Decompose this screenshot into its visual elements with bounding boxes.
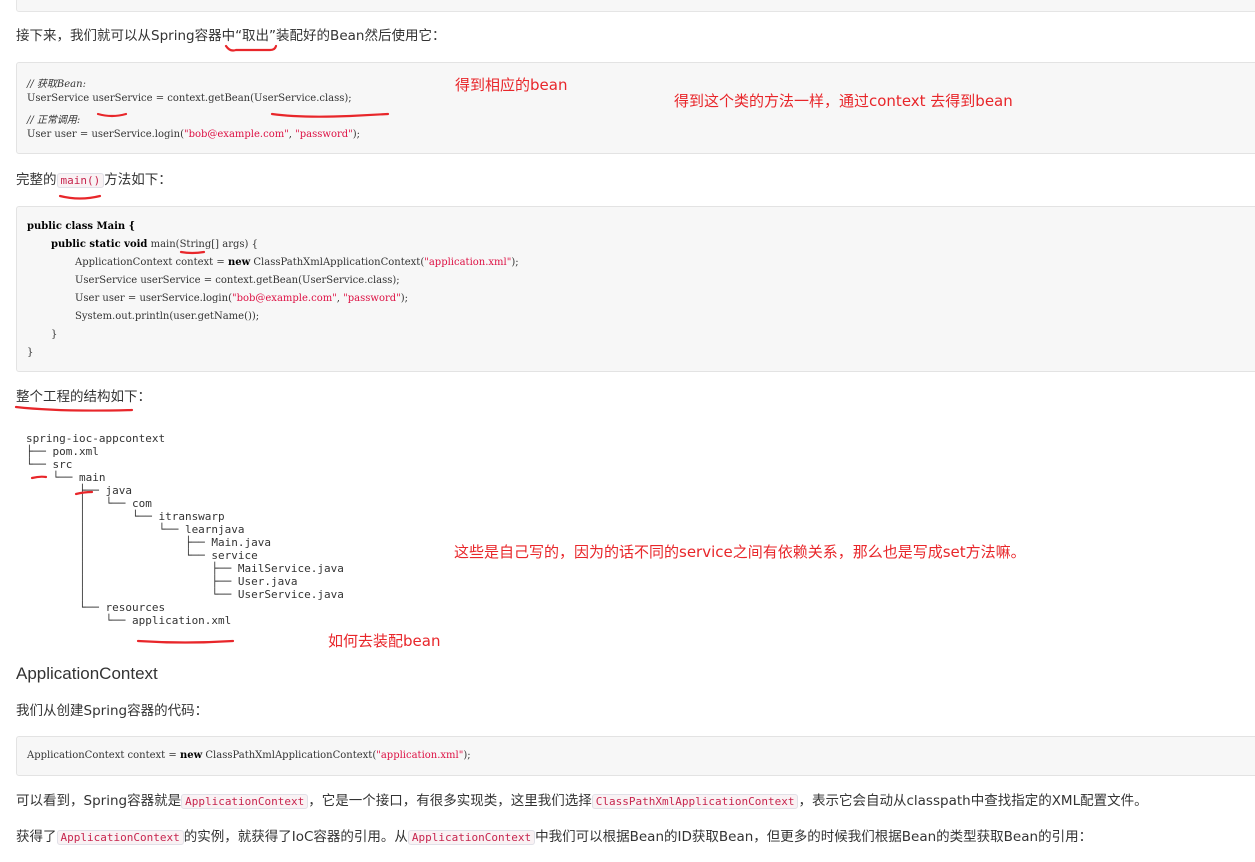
underline-take-out — [224, 44, 278, 52]
underline-src — [30, 475, 48, 480]
underline-getbean-class — [270, 112, 390, 118]
underline-normal-call — [96, 112, 128, 118]
underline-java — [74, 490, 94, 496]
underline-application-xml — [136, 639, 235, 644]
underline-main-decl — [179, 250, 206, 255]
annotation-underlines — [14, 44, 390, 644]
underline-main — [58, 194, 102, 200]
underline-structure — [14, 405, 134, 412]
